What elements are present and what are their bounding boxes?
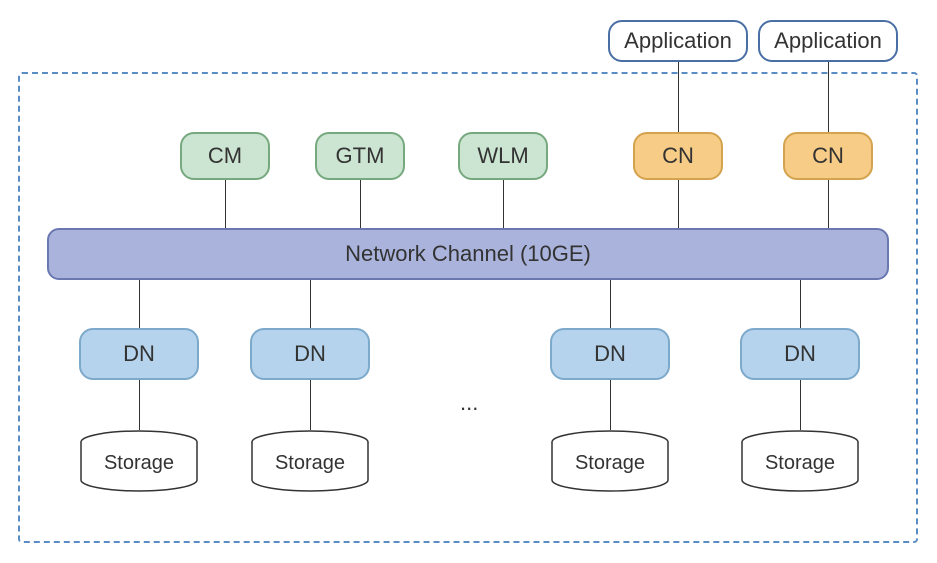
- storage-cylinder-4: Storage: [740, 430, 860, 490]
- gtm-box: GTM: [315, 132, 405, 180]
- application-label: Application: [624, 28, 732, 54]
- cn-label: CN: [662, 143, 694, 169]
- cn-box-1: CN: [633, 132, 723, 180]
- storage-label: Storage: [79, 452, 199, 475]
- application-box-2: Application: [758, 20, 898, 62]
- connector-line: [225, 180, 226, 228]
- network-channel-bar: Network Channel (10GE): [47, 228, 889, 280]
- dn-label: DN: [294, 341, 326, 367]
- cn-box-2: CN: [783, 132, 873, 180]
- connector-line: [678, 62, 679, 132]
- dn-label: DN: [123, 341, 155, 367]
- dn-box-1: DN: [79, 328, 199, 380]
- storage-cylinder-2: Storage: [250, 430, 370, 490]
- gtm-label: GTM: [336, 143, 385, 169]
- storage-label: Storage: [740, 452, 860, 475]
- connector-line: [828, 180, 829, 228]
- network-channel-label: Network Channel (10GE): [345, 241, 591, 267]
- storage-label: Storage: [550, 452, 670, 475]
- connector-line: [800, 280, 801, 328]
- dn-box-2: DN: [250, 328, 370, 380]
- connector-line: [610, 280, 611, 328]
- cm-box: CM: [180, 132, 270, 180]
- connector-line: [310, 380, 311, 430]
- connector-line: [139, 380, 140, 430]
- connector-line: [828, 62, 829, 132]
- cn-label: CN: [812, 143, 844, 169]
- dn-label: DN: [784, 341, 816, 367]
- wlm-box: WLM: [458, 132, 548, 180]
- wlm-label: WLM: [477, 143, 528, 169]
- connector-line: [139, 280, 140, 328]
- connector-line: [800, 380, 801, 430]
- storage-label: Storage: [250, 452, 370, 475]
- cm-label: CM: [208, 143, 242, 169]
- connector-line: [360, 180, 361, 228]
- storage-cylinder-1: Storage: [79, 430, 199, 490]
- connector-line: [503, 180, 504, 228]
- dn-label: DN: [594, 341, 626, 367]
- connector-line: [310, 280, 311, 328]
- connector-line: [678, 180, 679, 228]
- architecture-diagram: Application Application CM GTM WLM CN CN…: [0, 0, 937, 563]
- dn-box-4: DN: [740, 328, 860, 380]
- application-label: Application: [774, 28, 882, 54]
- connector-line: [610, 380, 611, 430]
- ellipsis: ...: [460, 390, 478, 416]
- application-box-1: Application: [608, 20, 748, 62]
- dn-box-3: DN: [550, 328, 670, 380]
- storage-cylinder-3: Storage: [550, 430, 670, 490]
